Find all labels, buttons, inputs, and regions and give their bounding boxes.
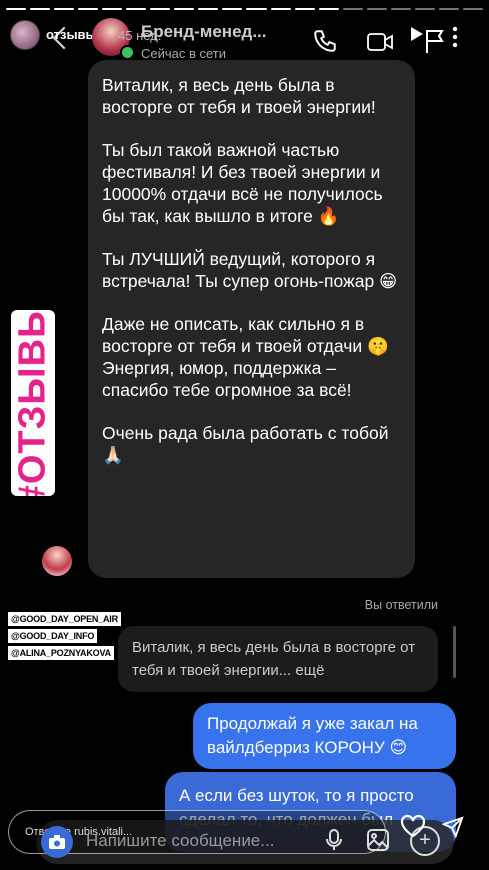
story-segment [78, 8, 99, 10]
message-paragraph: Даже не описать, как сильно я в восторге… [102, 314, 389, 356]
message-paragraph: Энергия, юмор, поддержка – спасибо тебе … [102, 358, 352, 400]
story-segment [126, 8, 147, 10]
story-segment [150, 8, 171, 10]
story-segment [294, 8, 315, 10]
play-icon[interactable] [410, 26, 424, 47]
story-segment [102, 8, 123, 10]
incoming-message-bubble[interactable]: Виталик, я весь день была в восторге от … [88, 60, 415, 578]
story-segment [438, 8, 459, 10]
mic-icon[interactable] [325, 828, 343, 858]
story-segment [198, 8, 219, 10]
message-paragraph: Ты ЛУЧШИЙ ведущий, которого я встречала!… [102, 249, 398, 291]
video-icon[interactable] [366, 30, 394, 59]
gallery-icon[interactable] [366, 828, 390, 858]
camera-icon[interactable] [41, 826, 73, 858]
compose-input-placeholder[interactable]: Напишите сообщение... [86, 831, 274, 851]
story-segment [390, 8, 411, 10]
mention-tag[interactable]: @GOOD_DAY_OPEN_AIR [8, 612, 121, 626]
more-options-icon[interactable] [452, 26, 458, 53]
story-segment [462, 8, 483, 10]
story-segment [6, 8, 27, 10]
replied-label: Вы ответили [364, 598, 438, 612]
story-segment [342, 8, 363, 10]
reply-indicator-bar [453, 626, 456, 678]
phone-icon[interactable] [312, 28, 338, 59]
flag-icon[interactable] [424, 28, 446, 59]
story-segment [318, 8, 339, 10]
heart-icon[interactable] [400, 814, 426, 845]
story-account-avatar[interactable] [10, 20, 40, 50]
mention-stickers: @GOOD_DAY_OPEN_AIR @GOOD_DAY_INFO @ALINA… [8, 612, 121, 663]
story-segment [270, 8, 291, 10]
chat-contact-name[interactable]: Бренд-менед... [141, 22, 267, 42]
online-status-dot [120, 45, 135, 60]
story-segment [54, 8, 75, 10]
message-paragraph: Очень рада была работать с тобой 🙏🏻 [102, 423, 389, 465]
message-paragraph: Ты был такой важной частью фестиваля! И … [102, 140, 383, 226]
quoted-message[interactable]: Виталик, я весь день была в восторге от … [118, 626, 438, 692]
story-segment [222, 8, 243, 10]
sender-avatar[interactable] [42, 546, 72, 576]
message-paragraph: Виталик, я весь день была в восторге от … [102, 75, 376, 117]
story-segment [414, 8, 435, 10]
send-icon[interactable] [441, 816, 464, 844]
chat-online-status: Сейчас в сети [141, 46, 227, 61]
mention-tag[interactable]: @ALINA_POZNYAKOVA [8, 646, 114, 660]
story-segment [366, 8, 387, 10]
hashtag-text: #ОТЗЫВЫ [11, 310, 54, 496]
hashtag-sticker[interactable]: #ОТЗЫВЫ [11, 310, 55, 496]
mention-tag[interactable]: @GOOD_DAY_INFO [8, 629, 98, 643]
story-segment [174, 8, 195, 10]
story-segment [30, 8, 51, 10]
outgoing-message-bubble[interactable]: Продолжай я уже закал на вайлдберриз КОР… [193, 703, 456, 769]
story-progress-bar [6, 8, 483, 10]
story-segment [246, 8, 267, 10]
